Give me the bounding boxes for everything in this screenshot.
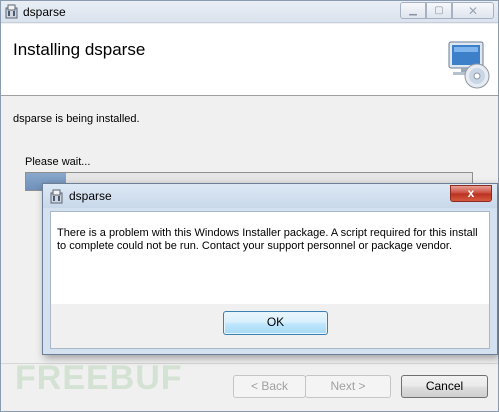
installer-app-icon bbox=[5, 4, 18, 19]
header-banner: Installing dsparse bbox=[1, 24, 498, 96]
dialog-message: There is a problem with this Windows Ins… bbox=[57, 227, 478, 252]
cancel-button[interactable]: Cancel bbox=[401, 375, 488, 398]
title-bar: dsparse ▁ ▢ ✕ bbox=[1, 1, 498, 23]
dialog-title-bar: dsparse x bbox=[43, 184, 497, 208]
error-dialog: dsparse x There is a problem with this W… bbox=[42, 183, 498, 355]
dialog-close-icon[interactable]: x bbox=[450, 185, 492, 202]
footer-divider bbox=[1, 363, 498, 364]
page-title: Installing dsparse bbox=[13, 40, 146, 59]
window-title: dsparse bbox=[23, 5, 66, 19]
please-wait-label: Please wait... bbox=[25, 156, 91, 168]
watermark-logo: FREEBUF bbox=[15, 359, 183, 397]
maximize-icon[interactable]: ▢ bbox=[426, 2, 452, 19]
minimize-icon[interactable]: ▁ bbox=[400, 2, 426, 19]
close-icon[interactable]: ✕ bbox=[452, 2, 494, 19]
install-status-text: dsparse is being installed. bbox=[13, 113, 140, 125]
installer-app-icon bbox=[50, 189, 63, 204]
installer-cd-computer-icon bbox=[448, 41, 490, 89]
ok-button[interactable]: OK bbox=[223, 311, 328, 335]
dialog-title: dsparse bbox=[69, 189, 112, 203]
window-controls: ▁ ▢ ✕ bbox=[400, 2, 494, 19]
back-button[interactable]: < Back bbox=[233, 375, 306, 398]
next-button[interactable]: Next > bbox=[305, 375, 391, 398]
